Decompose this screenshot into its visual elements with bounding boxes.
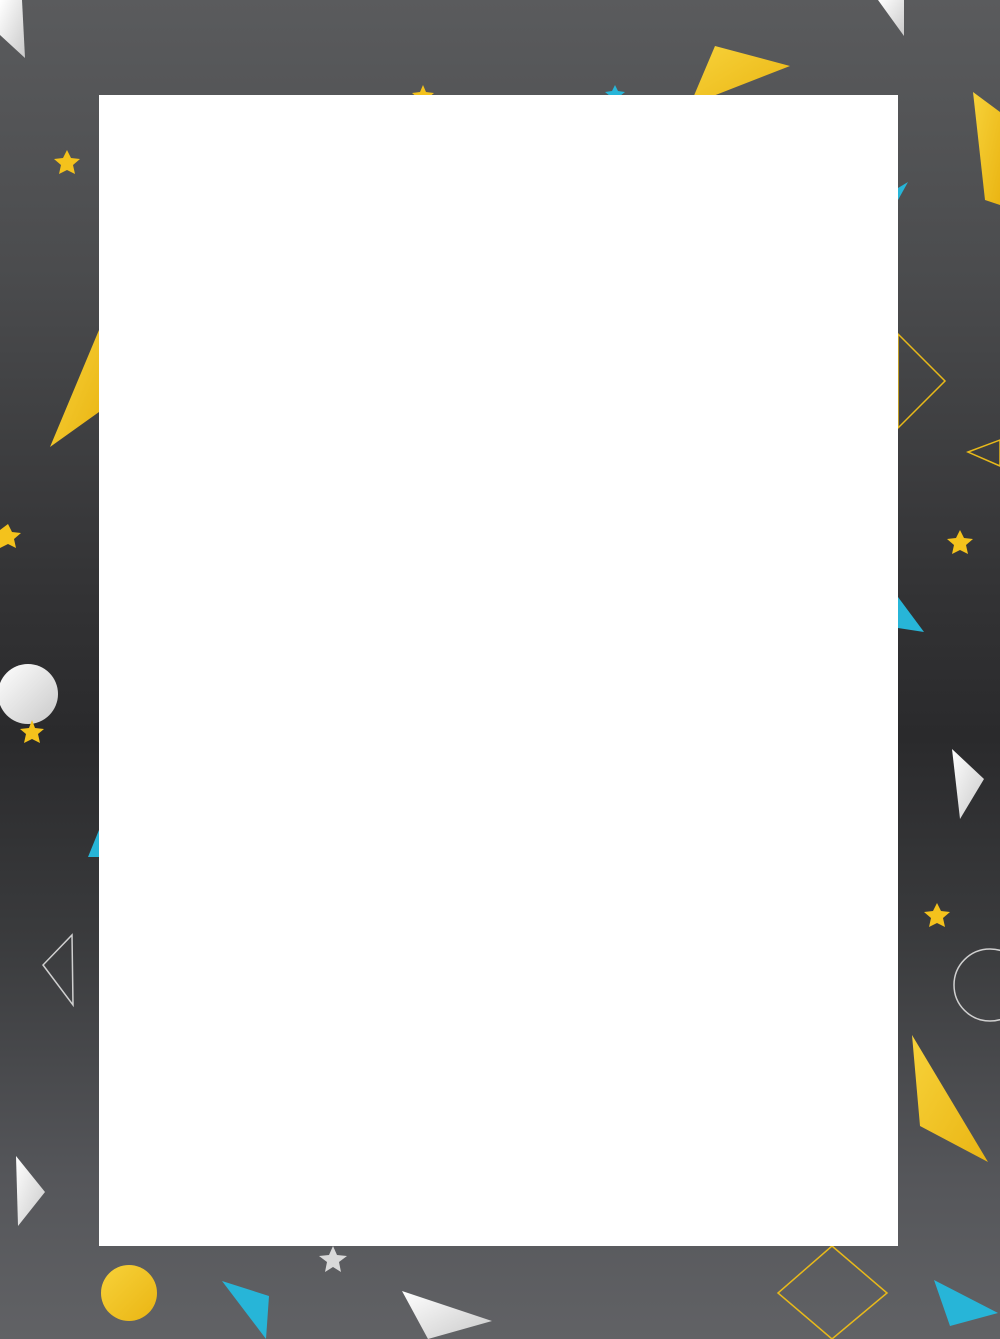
triangle-yellow [50,330,99,447]
star-white [319,1246,347,1272]
star-yellow [54,150,80,174]
circle-outline-white [953,948,1000,1022]
star-yellow [947,530,973,554]
triangle-white [0,0,25,58]
star-yellow [0,524,21,548]
background-frame [0,0,1000,1339]
diamond-outline-yellow [897,332,947,430]
triangle-yellow [973,92,1000,205]
triangle-cyan [88,830,99,857]
blank-content-panel [99,95,898,1246]
triangle-outline-yellow [966,439,1000,467]
diamond-outline-yellow [776,1245,889,1339]
triangle-white [16,1156,45,1226]
triangle-white [402,1291,492,1339]
circle-yellow [101,1265,157,1321]
triangle-outline-white [42,933,74,1008]
triangle-cyan [934,1280,998,1326]
star-yellow [924,903,950,927]
triangle-cyan [898,597,924,632]
triangle-white [878,0,904,36]
circle-white [0,664,58,724]
triangle-yellow [912,1035,988,1162]
triangle-cyan [898,182,908,200]
triangle-cyan [222,1281,269,1339]
triangle-white [952,749,984,819]
